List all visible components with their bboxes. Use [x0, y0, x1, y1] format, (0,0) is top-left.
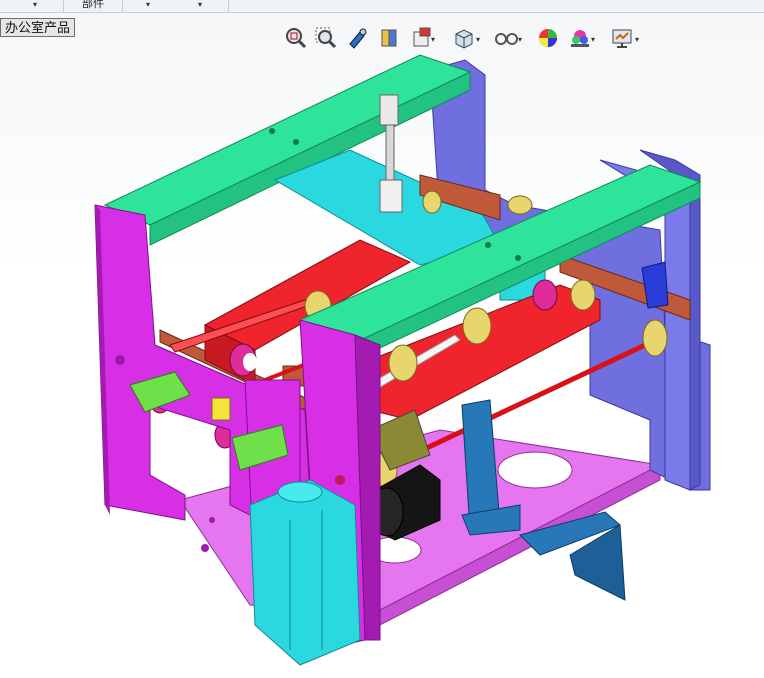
- chevron-down-icon[interactable]: ▾: [431, 35, 435, 44]
- chevron-down-icon[interactable]: ▾: [635, 35, 639, 44]
- model-viewport[interactable]: [0, 0, 764, 678]
- cylinder-block: [249, 479, 361, 666]
- chevron-down-icon[interactable]: ▾: [591, 35, 595, 44]
- zoom-to-fit-icon[interactable]: [284, 26, 308, 50]
- apply-scene-icon[interactable]: [568, 26, 592, 50]
- display-style-icon[interactable]: [452, 26, 476, 50]
- heads-up-view-toolbar: ▾ ▾ ▾ ▾ ▾: [280, 24, 650, 54]
- chevron-down-icon[interactable]: ▾: [476, 35, 480, 44]
- previous-view-icon[interactable]: [346, 26, 370, 50]
- hide-show-items-icon[interactable]: [494, 26, 518, 50]
- zoom-to-area-icon[interactable]: [314, 26, 338, 50]
- edit-appearance-icon[interactable]: [536, 26, 560, 50]
- section-view-icon[interactable]: [378, 26, 402, 50]
- view-settings-icon[interactable]: [610, 26, 634, 50]
- chevron-down-icon[interactable]: ▾: [518, 35, 522, 44]
